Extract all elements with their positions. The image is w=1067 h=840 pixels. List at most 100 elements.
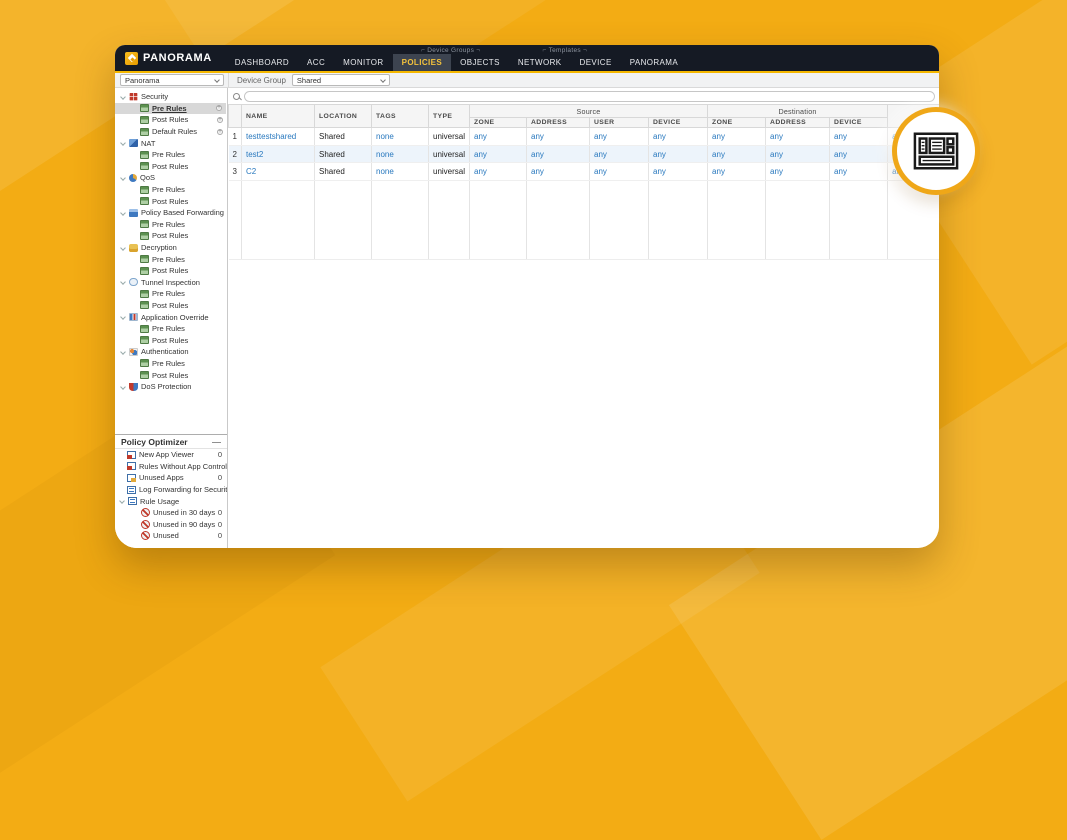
column-header-source-zone[interactable]: ZONE <box>469 117 527 128</box>
dest-device-link[interactable]: any <box>829 127 889 146</box>
column-header-source-address[interactable]: ADDRESS <box>526 117 590 128</box>
column-header-dest-zone[interactable]: ZONE <box>707 117 767 128</box>
rule-name-link[interactable]: testtestshared <box>241 127 315 146</box>
column-header-name[interactable]: NAME <box>241 104 315 128</box>
rule-tags-link[interactable]: none <box>371 127 429 146</box>
rule-name-link[interactable]: test2 <box>241 145 315 163</box>
optimizer-item-unused-apps[interactable]: Unused Apps 0 <box>115 472 227 484</box>
optimizer-item-rules-without-app-controls[interactable]: Rules Without App Controls0 <box>115 461 227 473</box>
nav-tab-device[interactable]: DEVICE <box>571 54 621 71</box>
source-user-link[interactable]: any <box>589 162 649 181</box>
nav-tab-monitor[interactable]: MONITOR <box>334 54 392 71</box>
nav-tab-policies[interactable]: POLICIES <box>392 54 452 71</box>
tree-section-pbf[interactable]: Policy Based Forwarding <box>115 207 227 219</box>
column-header-source-user[interactable]: USER <box>589 117 649 128</box>
tree-item-authentication-post-rules[interactable]: Post Rules <box>115 369 227 381</box>
tree-section-application-override[interactable]: Application Override <box>115 311 227 323</box>
source-user-link[interactable]: any <box>589 127 649 146</box>
tree-item-nat-pre-rules[interactable]: Pre Rules <box>115 149 227 161</box>
dest-zone-link[interactable]: any <box>707 162 767 181</box>
tree-section-dos-protection[interactable]: DoS Protection <box>115 381 227 393</box>
tree-item-app-override-pre-rules[interactable]: Pre Rules <box>115 323 227 335</box>
tree-item-nat-post-rules[interactable]: Post Rules <box>115 161 227 173</box>
tree-item-pbf-post-rules[interactable]: Post Rules <box>115 230 227 242</box>
panorama-logo-text: PANORAMA <box>143 52 212 64</box>
dest-device-link[interactable]: any <box>829 162 889 181</box>
source-zone-link[interactable]: any <box>469 162 527 181</box>
chevron-down-icon <box>120 383 126 390</box>
context-select[interactable]: Panorama <box>120 74 224 86</box>
source-address-link[interactable]: any <box>526 162 590 181</box>
source-device-link[interactable]: any <box>648 127 709 146</box>
column-header-location[interactable]: LOCATION <box>314 104 372 128</box>
source-address-link[interactable]: any <box>526 127 590 146</box>
tree-item-tunnel-pre-rules[interactable]: Pre Rules <box>115 288 227 300</box>
dest-zone-link[interactable]: any <box>707 145 767 163</box>
rule-tags-link[interactable]: none <box>371 162 429 181</box>
nav-tab-objects[interactable]: OBJECTS <box>451 54 509 71</box>
source-zone-link[interactable]: any <box>469 127 527 146</box>
chevron-down-icon <box>120 93 126 100</box>
add-rule-icon[interactable]: + <box>216 105 222 112</box>
chevron-down-icon <box>120 349 126 355</box>
tree-section-nat[interactable]: NAT <box>115 137 227 149</box>
search-input[interactable] <box>244 90 935 102</box>
chevron-down-icon <box>120 314 126 320</box>
tree-item-qos-post-rules[interactable]: Post Rules <box>115 195 227 207</box>
tree-item-qos-pre-rules[interactable]: Pre Rules <box>115 184 227 196</box>
tree-item-security-post-rules[interactable]: Post Rules + <box>115 114 227 126</box>
optimizer-item-rule-usage[interactable]: Rule Usage <box>115 495 227 507</box>
tree-item-app-override-post-rules[interactable]: Post Rules <box>115 334 227 346</box>
tree-item-tunnel-post-rules[interactable]: Post Rules <box>115 300 227 312</box>
optimizer-item-log-forwarding[interactable]: Log Forwarding for Security Ser <box>115 484 227 496</box>
nav-group-device-groups: Device Groups POLICIES OBJECTS <box>392 45 509 71</box>
rules-table-icon <box>140 359 149 368</box>
nav-tab-acc[interactable]: ACC <box>298 54 334 71</box>
rules-table-icon <box>140 336 149 345</box>
tree-section-qos[interactable]: QoS <box>115 172 227 184</box>
add-rule-icon[interactable]: + <box>217 128 223 135</box>
dest-address-link[interactable]: any <box>765 162 831 181</box>
row-number: 3 <box>228 162 242 181</box>
tree-item-decryption-pre-rules[interactable]: Pre Rules <box>115 253 227 265</box>
column-header-type[interactable]: TYPE <box>428 104 470 128</box>
optimizer-item-unused-30-days[interactable]: Unused in 30 days 0 <box>115 507 227 519</box>
dest-device-link[interactable]: any <box>829 145 889 163</box>
pre-rules-table: NAME LOCATION TAGS TYPE Source Destinati… <box>228 104 939 260</box>
nav-tab-panorama[interactable]: PANORAMA <box>621 54 687 71</box>
source-user-link[interactable]: any <box>589 145 649 163</box>
rule-name-link[interactable]: C2 <box>241 162 315 181</box>
rule-tags-link[interactable]: none <box>371 145 429 163</box>
dest-address-link[interactable]: any <box>765 127 831 146</box>
new-app-viewer-icon <box>127 450 136 459</box>
tree-item-pbf-pre-rules[interactable]: Pre Rules <box>115 219 227 231</box>
dest-zone-link[interactable]: any <box>707 127 767 146</box>
panorama-logo[interactable]: PANORAMA <box>115 45 226 71</box>
optimizer-item-unused[interactable]: Unused 0 <box>115 530 227 542</box>
source-device-link[interactable]: any <box>648 145 709 163</box>
tree-item-security-default-rules[interactable]: Default Rules + <box>115 126 227 138</box>
source-address-link[interactable]: any <box>526 145 590 163</box>
nav-tab-network[interactable]: NETWORK <box>509 54 571 71</box>
column-header-tags[interactable]: TAGS <box>371 104 429 128</box>
source-zone-link[interactable]: any <box>469 145 527 163</box>
collapse-panel-icon[interactable]: — <box>212 437 221 446</box>
tree-section-authentication[interactable]: Authentication <box>115 346 227 358</box>
tree-section-security[interactable]: Security <box>115 91 227 103</box>
optimizer-item-new-app-viewer[interactable]: New App Viewer 0 <box>115 449 227 461</box>
tunnel-inspection-icon <box>129 278 138 287</box>
tree-section-decryption[interactable]: Decryption <box>115 242 227 254</box>
nav-tab-dashboard[interactable]: DASHBOARD <box>226 54 298 71</box>
dest-address-link[interactable]: any <box>765 145 831 163</box>
column-header-dest-device[interactable]: DEVICE <box>829 117 889 128</box>
tree-section-tunnel-inspection[interactable]: Tunnel Inspection <box>115 277 227 289</box>
add-rule-icon[interactable]: + <box>217 116 223 123</box>
tree-item-decryption-post-rules[interactable]: Post Rules <box>115 265 227 277</box>
column-header-dest-address[interactable]: ADDRESS <box>765 117 831 128</box>
optimizer-item-unused-90-days[interactable]: Unused in 90 days 0 <box>115 519 227 531</box>
tree-item-security-pre-rules[interactable]: Pre Rules + <box>115 102 226 115</box>
device-group-select[interactable]: Shared <box>291 74 390 86</box>
source-device-link[interactable]: any <box>648 162 709 181</box>
tree-item-authentication-pre-rules[interactable]: Pre Rules <box>115 358 227 370</box>
column-header-source-device[interactable]: DEVICE <box>647 117 709 128</box>
